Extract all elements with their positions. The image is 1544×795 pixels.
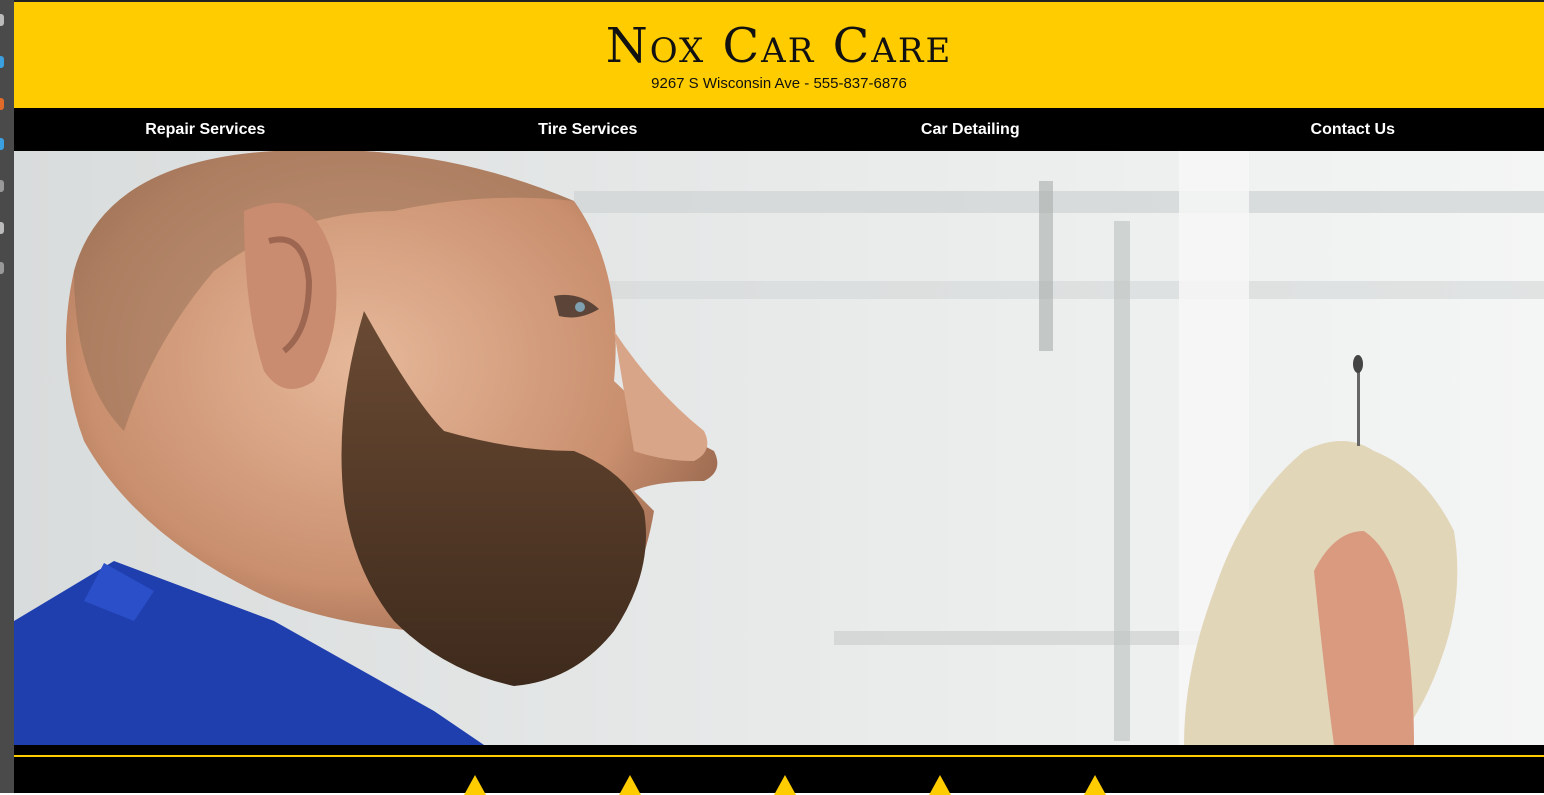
sidebar-icon[interactable] <box>0 180 4 192</box>
sidebar-icon[interactable] <box>0 222 4 234</box>
hero-image <box>14 151 1544 745</box>
nav-car-detailing[interactable]: Car Detailing <box>779 108 1162 151</box>
star-rating-icon <box>929 775 951 795</box>
star-rating-icon <box>464 775 486 795</box>
hero-photo-mechanic <box>14 151 1544 745</box>
star-rating-icon <box>1084 775 1106 795</box>
sidebar-icon[interactable] <box>0 14 4 26</box>
site-title: Nox Car Care <box>14 2 1544 74</box>
address-phone-line: 9267 S Wisconsin Ave - 555-837-6876 <box>14 74 1544 94</box>
nav-tire-services[interactable]: Tire Services <box>397 108 780 151</box>
sidebar-icon[interactable] <box>0 98 4 110</box>
main-nav: Repair Services Tire Services Car Detail… <box>14 108 1544 151</box>
sidebar-icon[interactable] <box>0 138 4 150</box>
sidebar-icon[interactable] <box>0 262 4 274</box>
web-page: Nox Car Care 9267 S Wisconsin Ave - 555-… <box>14 0 1544 793</box>
star-rating-icon <box>774 775 796 795</box>
star-rating-icon <box>619 775 641 795</box>
sidebar-icon[interactable] <box>0 56 4 68</box>
site-header: Nox Car Care 9267 S Wisconsin Ave - 555-… <box>14 0 1544 108</box>
nav-contact-us[interactable]: Contact Us <box>1162 108 1544 151</box>
nav-repair-services[interactable]: Repair Services <box>14 108 397 151</box>
footer-band <box>14 745 1544 793</box>
browser-sidebar-strip <box>0 0 14 793</box>
footer-divider <box>14 755 1544 757</box>
